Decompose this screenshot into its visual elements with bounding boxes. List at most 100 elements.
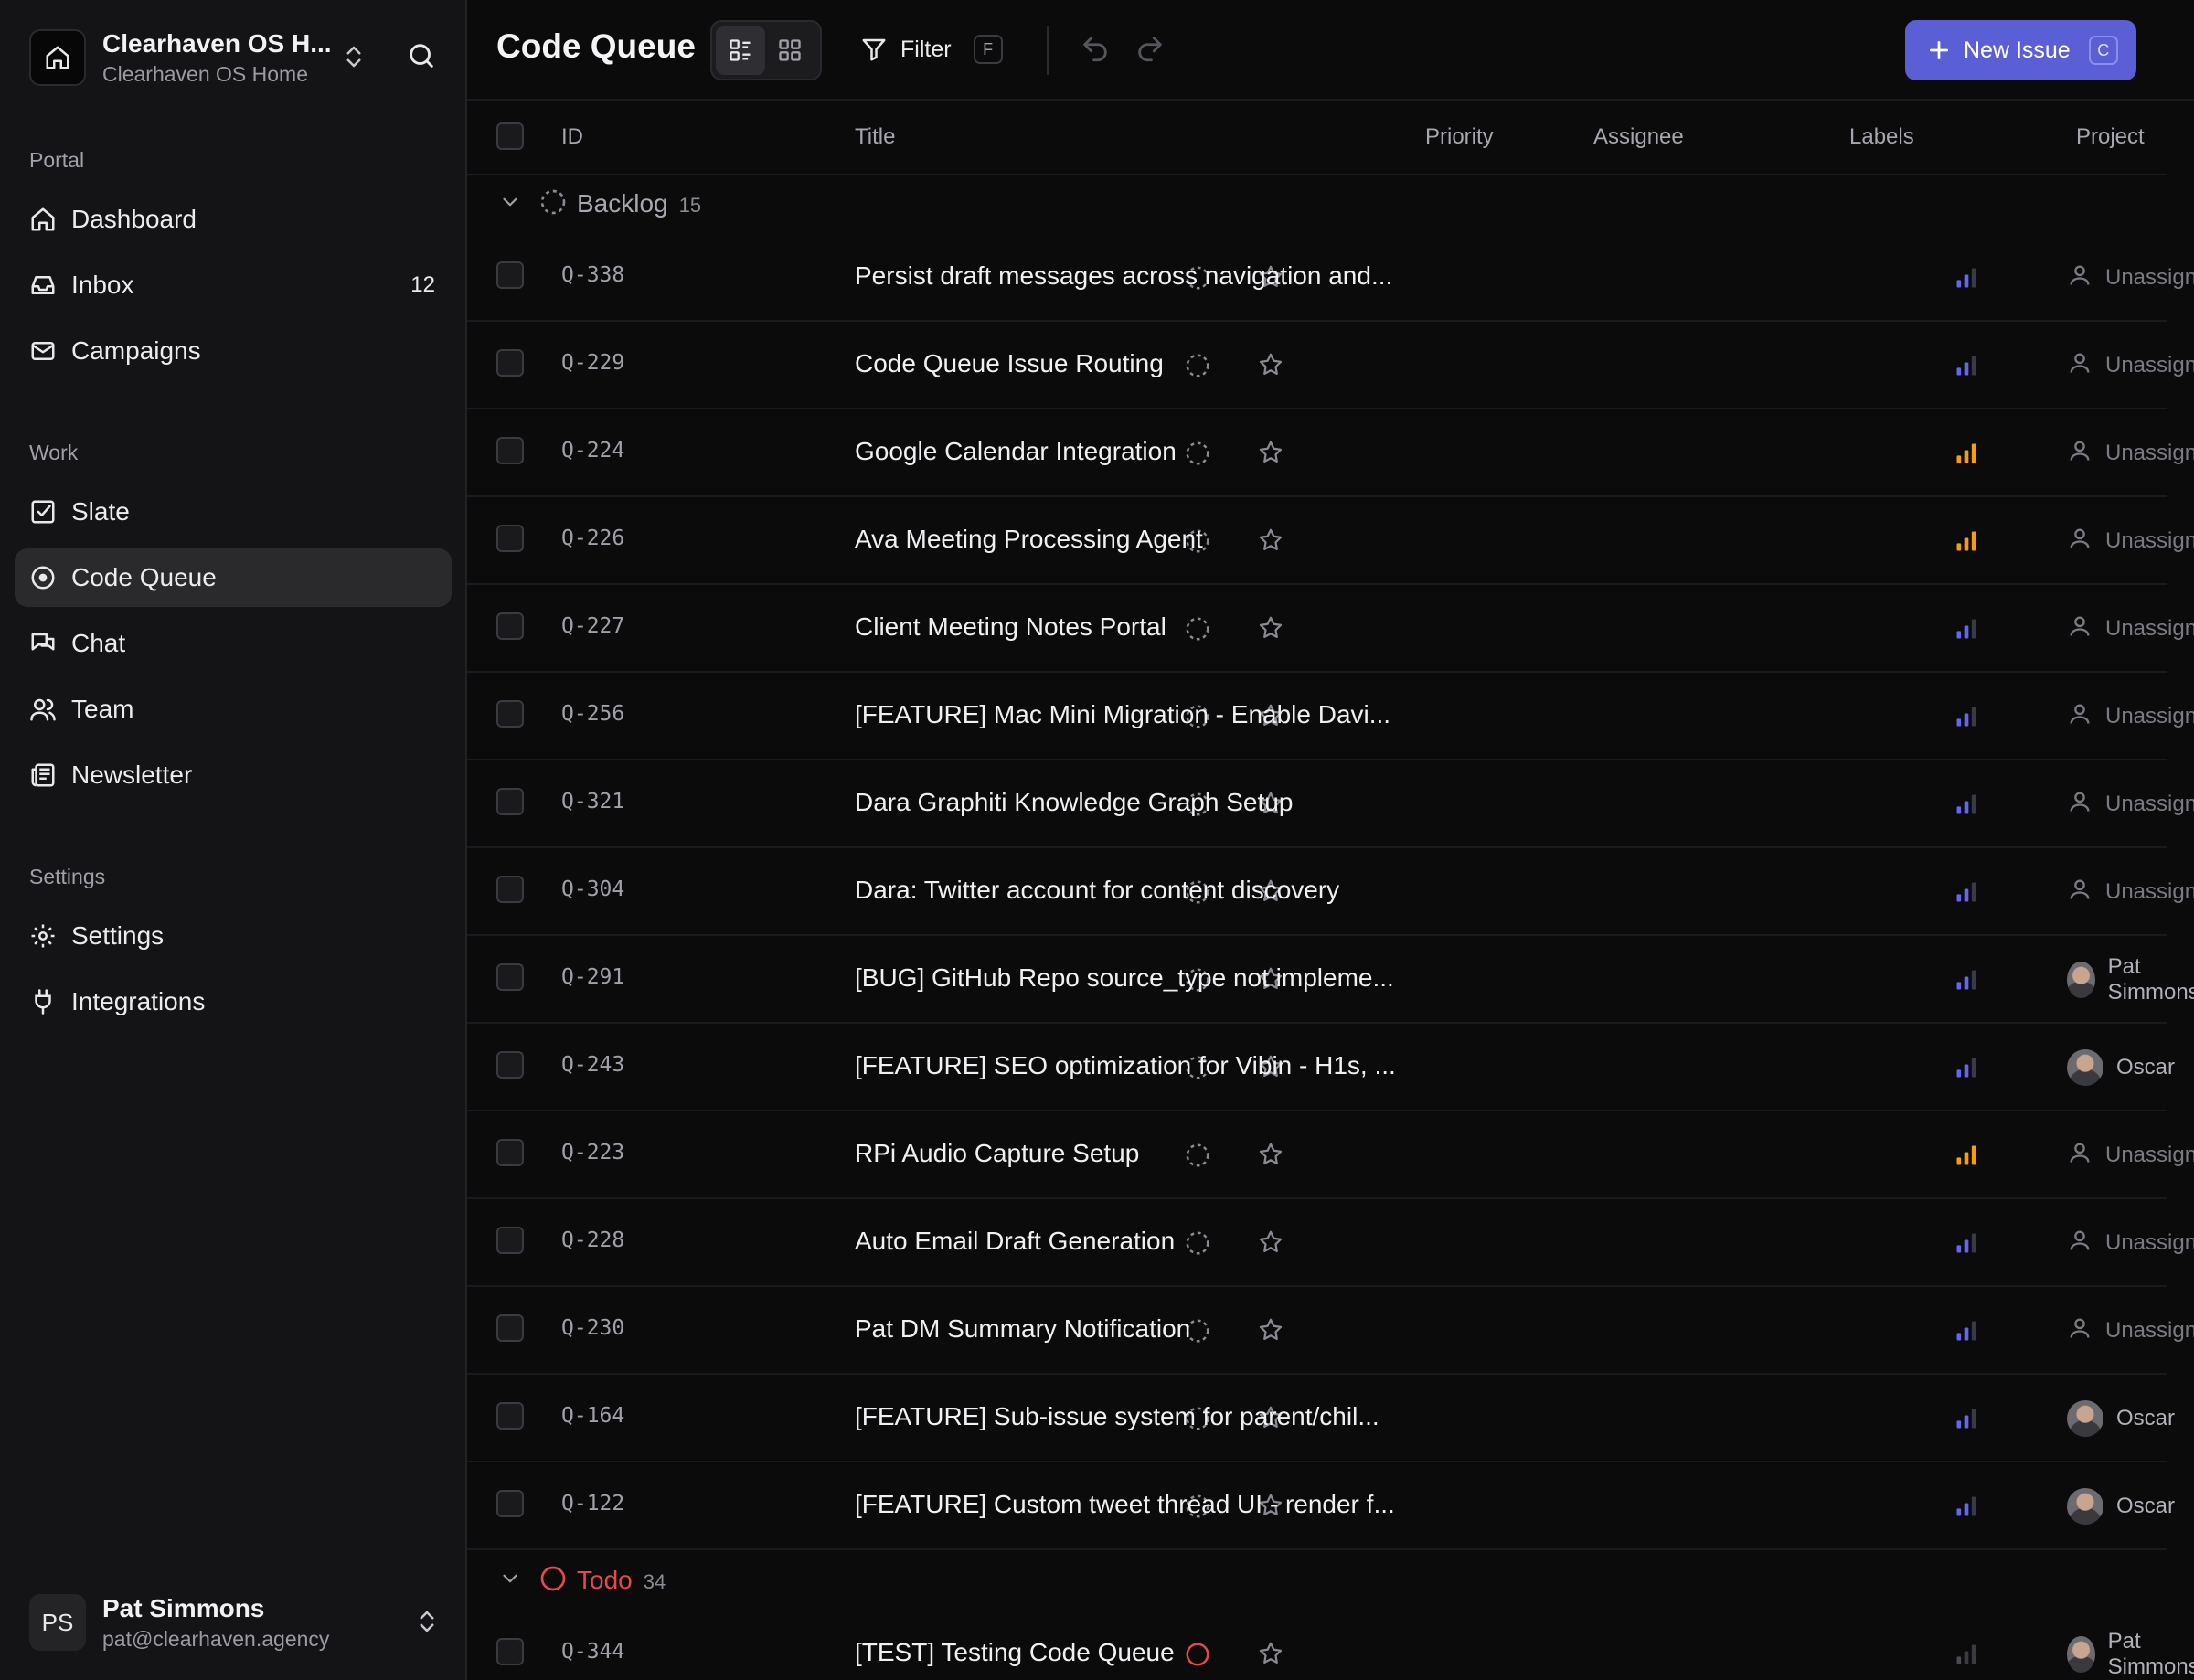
issue-title[interactable]: Client Meeting Notes Portal — [855, 612, 1403, 642]
column-header-project[interactable]: Project — [2076, 124, 2145, 150]
table-row[interactable]: Q-224 Google Calendar Integration Unassign… — [467, 409, 2194, 497]
sidebar-item-campaigns[interactable]: Campaigns — [15, 322, 452, 380]
issue-title[interactable]: [TEST] Testing Code Queue — [855, 1638, 1403, 1667]
assignee-field[interactable]: Unassigned — [2067, 1135, 2194, 1175]
priority-medium-icon[interactable] — [1954, 1318, 1979, 1348]
table-row[interactable]: Q-223RPi Audio Capture SetupUnassignedLa… — [467, 1111, 2194, 1199]
sidebar-item-newsletter[interactable]: Newsletter — [15, 746, 452, 804]
sidebar-item-code-queue[interactable]: Code Queue — [15, 548, 452, 607]
issue-title[interactable]: Pat DM Summary Notification — [855, 1314, 1403, 1344]
undo-icon[interactable] — [1080, 33, 1111, 69]
group-header-todo[interactable]: Todo 34 — [467, 1550, 2167, 1611]
assignee-field[interactable]: Unassigned — [2067, 1223, 2194, 1263]
assignee-field[interactable]: Unassigned — [2067, 609, 2194, 649]
grid-view-button[interactable] — [765, 26, 815, 75]
column-header-priority[interactable]: Priority — [1425, 124, 1494, 150]
list-view-button[interactable] — [716, 26, 765, 75]
issue-title[interactable]: [FEATURE] Custom tweet thread UI - rende… — [855, 1490, 1403, 1519]
priority-medium-icon[interactable] — [1954, 792, 1979, 822]
priority-medium-icon[interactable] — [1954, 967, 1979, 997]
column-header-labels[interactable]: Labels — [1849, 124, 1914, 150]
assignee-field[interactable]: Unassigned — [2067, 784, 2194, 824]
assignee-field[interactable]: Pat Simmons — [2067, 1629, 2194, 1679]
priority-none-icon[interactable] — [1954, 1642, 1979, 1672]
assignee-field[interactable]: Oscar — [2067, 1398, 2175, 1439]
priority-medium-icon[interactable] — [1954, 1406, 1979, 1436]
row-checkbox[interactable] — [496, 349, 524, 377]
row-checkbox[interactable] — [496, 1139, 524, 1166]
priority-high-icon[interactable] — [1954, 528, 1979, 558]
table-row[interactable]: Q-344 [TEST] Testing Code Queue Pat Simmon… — [467, 1611, 2194, 1680]
issue-title[interactable]: Persist draft messages across navigation… — [855, 261, 1403, 291]
assignee-field[interactable]: Unassigned — [2067, 521, 2194, 561]
assignee-field[interactable]: Oscar — [2067, 1047, 2175, 1088]
row-checkbox[interactable] — [496, 612, 524, 640]
row-checkbox[interactable] — [496, 1051, 524, 1079]
table-row[interactable]: Q-164 [FEATURE] Sub-issue system for pare… — [467, 1375, 2175, 1462]
priority-medium-icon[interactable] — [1954, 1494, 1979, 1524]
row-checkbox[interactable] — [496, 1638, 524, 1665]
table-row[interactable]: Q-243 [FEATURE] SEO optimization for Vibi… — [467, 1024, 2175, 1111]
row-checkbox[interactable] — [496, 261, 524, 289]
priority-high-icon[interactable] — [1954, 1143, 1979, 1173]
column-header-title[interactable]: Title — [855, 124, 895, 150]
table-row[interactable]: Q-291 [BUG] GitHub Repo source_type not i… — [467, 936, 2194, 1024]
assignee-field[interactable]: Oscar — [2067, 1486, 2175, 1526]
sidebar-item-settings[interactable]: Settings — [15, 907, 452, 965]
user-menu[interactable]: PS Pat Simmons pat@clearhaven.agency — [29, 1592, 441, 1653]
row-checkbox[interactable] — [496, 1314, 524, 1342]
assignee-field[interactable]: Unassigned — [2067, 1311, 2194, 1351]
filter-button[interactable]: Filter F — [860, 27, 1003, 71]
issue-title[interactable]: [FEATURE] SEO optimization for Vibin - H… — [855, 1051, 1403, 1080]
assignee-field[interactable]: Unassigned — [2067, 872, 2194, 912]
issue-title[interactable]: Google Calendar Integration — [855, 437, 1403, 466]
assignee-field[interactable]: Unassigned — [2067, 433, 2194, 473]
assignee-field[interactable]: Unassigned — [2067, 258, 2194, 298]
priority-medium-icon[interactable] — [1954, 265, 1979, 295]
table-row[interactable]: Q-228 Auto Email Draft Generation Unassign… — [467, 1199, 2194, 1287]
sidebar-item-chat[interactable]: Chat — [15, 614, 452, 673]
group-header-backlog[interactable]: Backlog 15 — [467, 174, 2167, 234]
issue-title[interactable]: [FEATURE] Mac Mini Migration - Enable Da… — [855, 700, 1403, 729]
chevron-updown-icon[interactable] — [340, 40, 367, 78]
issue-title[interactable]: [FEATURE] Sub-issue system for parent/ch… — [855, 1402, 1403, 1431]
chevron-updown-icon[interactable] — [413, 1605, 441, 1643]
issue-title[interactable]: [BUG] GitHub Repo source_type not implem… — [855, 963, 1403, 993]
search-icon[interactable] — [406, 40, 437, 76]
new-issue-button[interactable]: New Issue C — [1905, 20, 2136, 80]
row-checkbox[interactable] — [496, 700, 524, 728]
chevron-down-icon[interactable] — [498, 190, 522, 218]
assignee-field[interactable]: Pat Simmons — [2067, 954, 2194, 1005]
priority-medium-icon[interactable] — [1954, 1230, 1979, 1260]
table-row[interactable]: Q-122 [FEATURE] Custom tweet thread UI - … — [467, 1462, 2175, 1550]
priority-medium-icon[interactable] — [1954, 353, 1979, 383]
table-row[interactable]: Q-304 Dara: Twitter account for content d… — [467, 848, 2194, 936]
issue-title[interactable]: Auto Email Draft Generation — [855, 1227, 1403, 1256]
select-all-checkbox[interactable] — [496, 122, 524, 150]
row-checkbox[interactable] — [496, 1490, 524, 1517]
priority-high-icon[interactable] — [1954, 441, 1979, 471]
sidebar-item-dashboard[interactable]: Dashboard — [15, 190, 452, 249]
issue-title[interactable]: Ava Meeting Processing Agent — [855, 525, 1403, 554]
priority-medium-icon[interactable] — [1954, 1055, 1979, 1085]
sidebar-item-integrations[interactable]: Integrations — [15, 973, 452, 1031]
table-row[interactable]: Q-256 [FEATURE] Mac Mini Migration - Enab… — [467, 673, 2194, 760]
row-checkbox[interactable] — [496, 788, 524, 815]
chevron-down-icon[interactable] — [498, 1567, 522, 1595]
column-header-id[interactable]: ID — [561, 124, 583, 150]
table-row[interactable]: Q-321 Dara Graphiti Knowledge Graph Setup… — [467, 760, 2194, 848]
issue-title[interactable]: Dara Graphiti Knowledge Graph Setup — [855, 788, 1403, 817]
row-checkbox[interactable] — [496, 525, 524, 552]
issue-title[interactable]: Dara: Twitter account for content discov… — [855, 876, 1403, 905]
sidebar-item-slate[interactable]: Slate — [15, 483, 452, 541]
issue-title[interactable]: RPi Audio Capture Setup — [855, 1139, 1403, 1168]
assignee-field[interactable]: Unassigned — [2067, 696, 2194, 737]
priority-medium-icon[interactable] — [1954, 879, 1979, 909]
column-header-assignee[interactable]: Assignee — [1593, 124, 1684, 150]
assignee-field[interactable]: Unassigned — [2067, 346, 2194, 386]
table-row[interactable]: Q-230 Pat DM Summary Notification Unassign… — [467, 1287, 2194, 1375]
table-row[interactable]: Q-227 Client Meeting Notes Portal Unassign… — [467, 585, 2194, 673]
table-row[interactable]: Q-229Code Queue Issue RoutingUnassignedL… — [467, 322, 2194, 409]
row-checkbox[interactable] — [496, 437, 524, 464]
table-row[interactable]: Q-226 Ava Meeting Processing Agent Unassig… — [467, 497, 2194, 585]
